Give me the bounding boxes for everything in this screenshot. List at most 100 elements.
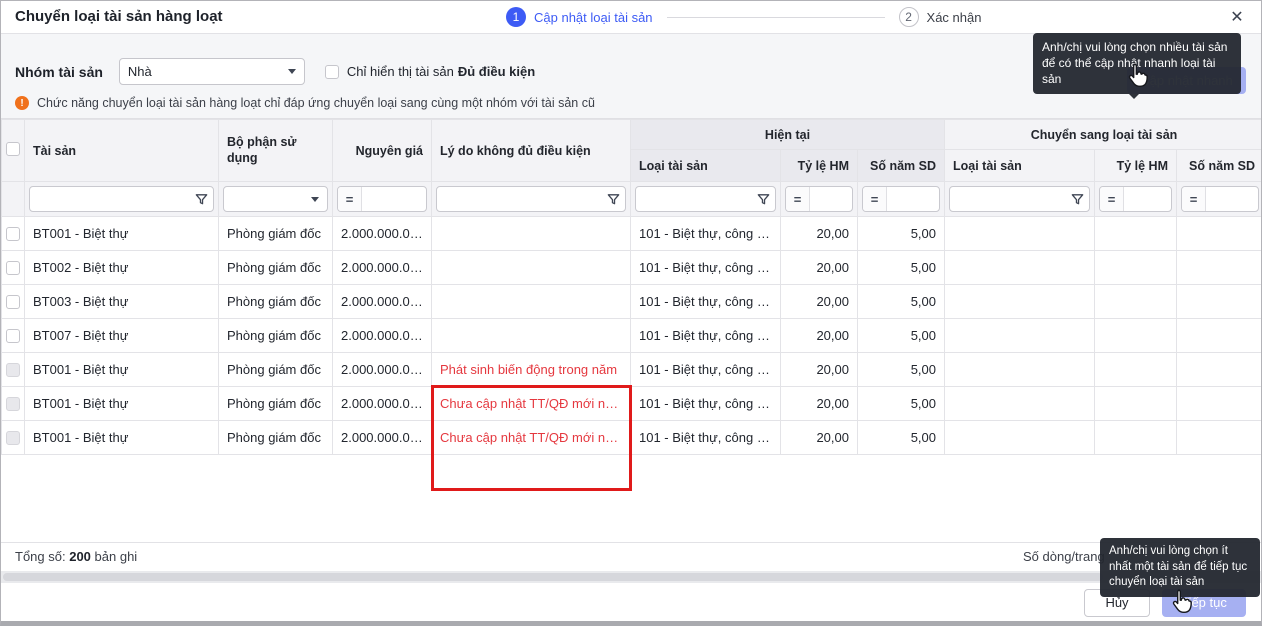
cell-target-type xyxy=(945,217,1095,251)
filter-target-type-input[interactable] xyxy=(950,187,1065,211)
filter-spacer-cell xyxy=(2,182,25,217)
table-row: BT001 - Biệt thựPhòng giám đốc2.000.000.… xyxy=(2,387,1262,421)
table-row: BT001 - Biệt thựPhòng giám đốc2.000.000.… xyxy=(2,421,1262,455)
checkbox-box[interactable] xyxy=(325,65,339,79)
filter-target-years-cell: = xyxy=(1177,182,1262,217)
cell-department: Phòng giám đốc xyxy=(219,217,333,251)
cell-current-rate: 20,00 xyxy=(781,421,858,455)
cell-current-type: 101 - Biệt thự, công tr... xyxy=(631,421,781,455)
cell-target-rate xyxy=(1095,353,1177,387)
step-1-number: 1 xyxy=(506,7,526,27)
cell-original-cost: 2.000.000.000 xyxy=(333,353,432,387)
total-unit: bản ghi xyxy=(95,549,138,564)
filter-funnel-icon[interactable] xyxy=(189,187,213,211)
cell-current-years: 5,00 xyxy=(858,353,945,387)
header-target-rate: Tỷ lệ HM xyxy=(1095,150,1177,182)
row-checkbox[interactable] xyxy=(6,227,20,241)
cell-asset: BT001 - Biệt thự xyxy=(25,421,219,455)
filter-funnel-icon[interactable] xyxy=(751,187,775,211)
cell-current-years: 5,00 xyxy=(858,387,945,421)
cell-current-type: 101 - Biệt thự, công tr... xyxy=(631,251,781,285)
cell-current-rate: 20,00 xyxy=(781,319,858,353)
equals-operator[interactable]: = xyxy=(338,187,362,211)
cell-current-rate: 20,00 xyxy=(781,285,858,319)
assets-table-area: Tài sản Bộ phận sử dụng Nguyên giá Lý do… xyxy=(1,119,1261,542)
table-body: BT001 - Biệt thựPhòng giám đốc2.000.000.… xyxy=(2,217,1262,455)
cell-department: Phòng giám đốc xyxy=(219,285,333,319)
header-original-cost: Nguyên giá xyxy=(333,120,432,182)
caret-down-icon xyxy=(288,69,296,74)
header-current-rate: Tỷ lệ HM xyxy=(781,150,858,182)
eligible-only-checkbox[interactable]: Chỉ hiển thị tài sản Đủ điều kiện xyxy=(325,64,535,79)
row-checkbox xyxy=(6,397,20,411)
filter-cost-input[interactable] xyxy=(362,187,426,211)
filter-department-input[interactable] xyxy=(224,187,303,211)
header-ineligible-reason: Lý do không đủ điều kiện xyxy=(432,120,631,182)
filter-current-years-input[interactable] xyxy=(887,187,939,211)
cell-current-rate: 20,00 xyxy=(781,387,858,421)
cell-current-type: 101 - Biệt thự, công tr... xyxy=(631,353,781,387)
cell-asset: BT003 - Biệt thự xyxy=(25,285,219,319)
select-all-checkbox[interactable] xyxy=(6,142,20,156)
hand-cursor-icon xyxy=(1169,587,1195,615)
step-update-asset-type: 1 Cập nhật loại tài sản xyxy=(506,7,653,27)
total-records: Tổng số: 200 bản ghi xyxy=(15,543,137,571)
header-target-years: Số năm SD xyxy=(1177,150,1262,182)
row-checkbox[interactable] xyxy=(6,329,20,343)
cell-current-years: 5,00 xyxy=(858,251,945,285)
cell-ineligible-reason: Phát sinh biến động trong năm xyxy=(432,353,631,387)
filter-reason-input[interactable] xyxy=(437,187,601,211)
cell-target-rate xyxy=(1095,285,1177,319)
equals-operator[interactable]: = xyxy=(786,187,810,211)
row-checkbox-cell xyxy=(2,285,25,319)
cell-target-years xyxy=(1177,421,1262,455)
equals-operator[interactable]: = xyxy=(1182,187,1206,211)
asset-group-select[interactable]: Nhà xyxy=(119,58,305,85)
filter-target-rate-cell: = xyxy=(1095,182,1177,217)
filter-target-rate-input[interactable] xyxy=(1124,187,1171,211)
step-2-number: 2 xyxy=(899,7,919,27)
filter-funnel-icon[interactable] xyxy=(1065,187,1089,211)
filter-current-rate-input[interactable] xyxy=(810,187,852,211)
table-row: BT001 - Biệt thựPhòng giám đốc2.000.000.… xyxy=(2,353,1262,387)
action-bar: Hủy Tiếp tục xyxy=(1,583,1261,622)
cell-asset: BT001 - Biệt thự xyxy=(25,387,219,421)
page-title: Chuyển loại tài sản hàng loạt xyxy=(15,1,223,33)
filter-funnel-icon[interactable] xyxy=(601,187,625,211)
step-2-label: Xác nhận xyxy=(927,10,982,25)
close-icon[interactable]: ✕ xyxy=(1225,6,1249,30)
cell-current-rate: 20,00 xyxy=(781,353,858,387)
cell-ineligible-reason xyxy=(432,319,631,353)
row-checkbox-cell xyxy=(2,353,25,387)
cell-target-rate xyxy=(1095,421,1177,455)
cell-department: Phòng giám đốc xyxy=(219,319,333,353)
filter-current-type-input[interactable] xyxy=(636,187,751,211)
hand-cursor-icon xyxy=(1125,61,1151,89)
row-checkbox-cell xyxy=(2,387,25,421)
row-checkbox[interactable] xyxy=(6,295,20,309)
cell-current-rate: 20,00 xyxy=(781,217,858,251)
step-confirm: 2 Xác nhận xyxy=(899,7,982,27)
cell-target-type xyxy=(945,285,1095,319)
row-checkbox-cell xyxy=(2,319,25,353)
caret-down-icon[interactable] xyxy=(303,187,327,211)
header-target-type: Loại tài sản xyxy=(945,150,1095,182)
cell-target-years xyxy=(1177,387,1262,421)
cell-ineligible-reason: Chưa cập nhật TT/QĐ mới nhất xyxy=(432,387,631,421)
row-checkbox[interactable] xyxy=(6,261,20,275)
equals-operator[interactable]: = xyxy=(1100,187,1124,211)
cell-current-type: 101 - Biệt thự, công tr... xyxy=(631,319,781,353)
filter-target-type-cell xyxy=(945,182,1095,217)
cell-current-years: 5,00 xyxy=(858,285,945,319)
cell-original-cost: 2.000.000.000 xyxy=(333,251,432,285)
cell-asset: BT007 - Biệt thự xyxy=(25,319,219,353)
wizard-steps: 1 Cập nhật loại tài sản 2 Xác nhận xyxy=(506,1,981,33)
filter-asset-input[interactable] xyxy=(30,187,189,211)
header-current-years: Số năm SD xyxy=(858,150,945,182)
cell-target-type xyxy=(945,353,1095,387)
scrollbar-thumb[interactable] xyxy=(3,573,1103,581)
equals-operator[interactable]: = xyxy=(863,187,887,211)
cell-ineligible-reason xyxy=(432,217,631,251)
cell-target-type xyxy=(945,421,1095,455)
filter-target-years-input[interactable] xyxy=(1206,187,1258,211)
